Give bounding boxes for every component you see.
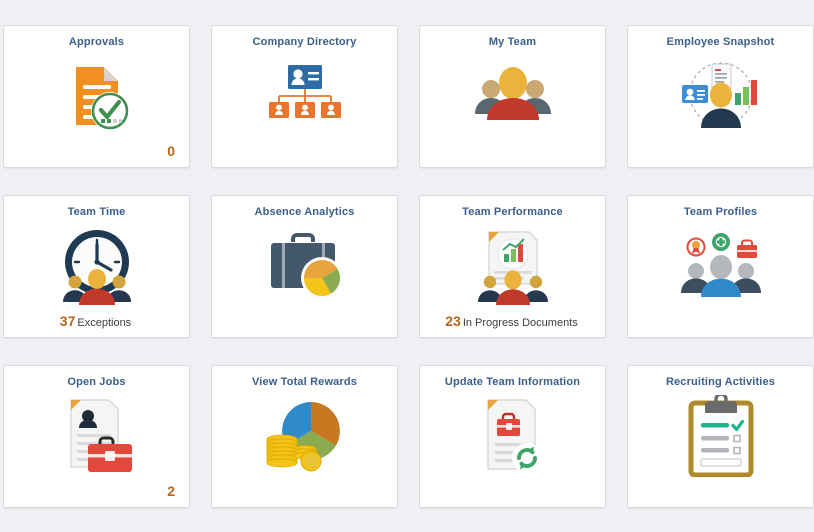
tile-open-jobs[interactable]: Open Jobs 2 (3, 365, 190, 508)
tile-title: Recruiting Activities (665, 376, 776, 388)
tile-employee-snapshot[interactable]: Employee Snapshot (627, 25, 814, 168)
document-approved-icon (4, 54, 189, 138)
tile-my-team[interactable]: My Team (419, 25, 606, 168)
tile-count-footer: 0 (14, 144, 177, 161)
tile-team-profiles[interactable]: Team Profiles (627, 195, 814, 338)
tile-team-performance[interactable]: Team Performance 23 In Progress Documents (419, 195, 606, 338)
tile-title: View Total Rewards (252, 376, 357, 388)
tile-count-footer: 2 (14, 484, 177, 501)
employee-snapshot-icon (628, 54, 813, 138)
tile-count-label: In Progress Documents (462, 317, 578, 329)
tile-title: My Team (488, 36, 537, 48)
org-chart-contact-card-icon (212, 54, 397, 138)
document-refresh-icon (420, 394, 605, 478)
tile-view-total-rewards[interactable]: View Total Rewards (211, 365, 398, 508)
tile-grid: Approvals 0 Company Directory My Team Emp… (0, 0, 814, 508)
tile-title: Approvals (68, 36, 125, 48)
tile-title: Employee Snapshot (666, 36, 775, 48)
tile-approvals[interactable]: Approvals 0 (3, 25, 190, 168)
tile-count-value: 37 (59, 314, 76, 329)
tile-title: Absence Analytics (254, 206, 355, 218)
tile-count-value: 2 (167, 484, 175, 499)
team-profiles-icon (628, 224, 813, 308)
performance-chart-team-icon (420, 224, 605, 308)
tile-count-footer: 37 Exceptions (14, 314, 177, 331)
tile-update-team-information[interactable]: Update Team Information (419, 365, 606, 508)
team-people-icon (420, 54, 605, 138)
tile-recruiting-activities[interactable]: Recruiting Activities (627, 365, 814, 508)
tile-count-footer: 23 In Progress Documents (430, 314, 593, 331)
resume-briefcase-icon (4, 394, 189, 478)
piechart-coins-icon (212, 394, 397, 478)
tile-count-value: 0 (167, 144, 175, 159)
tile-title: Update Team Information (444, 376, 581, 388)
clipboard-checklist-icon (628, 394, 813, 478)
tile-count-value: 23 (445, 314, 461, 329)
tile-absence-analytics[interactable]: Absence Analytics (211, 195, 398, 338)
tile-title: Company Directory (252, 36, 357, 48)
tile-company-directory[interactable]: Company Directory (211, 25, 398, 168)
tile-title: Team Performance (462, 206, 563, 218)
briefcase-piechart-icon (212, 224, 397, 308)
tile-title: Team Time (67, 206, 126, 218)
tile-team-time[interactable]: Team Time 37 Exceptions (3, 195, 190, 338)
tile-title: Open Jobs (67, 376, 126, 388)
clock-team-icon (4, 224, 189, 308)
tile-count-label: Exceptions (77, 317, 132, 329)
tile-title: Team Profiles (683, 206, 758, 218)
